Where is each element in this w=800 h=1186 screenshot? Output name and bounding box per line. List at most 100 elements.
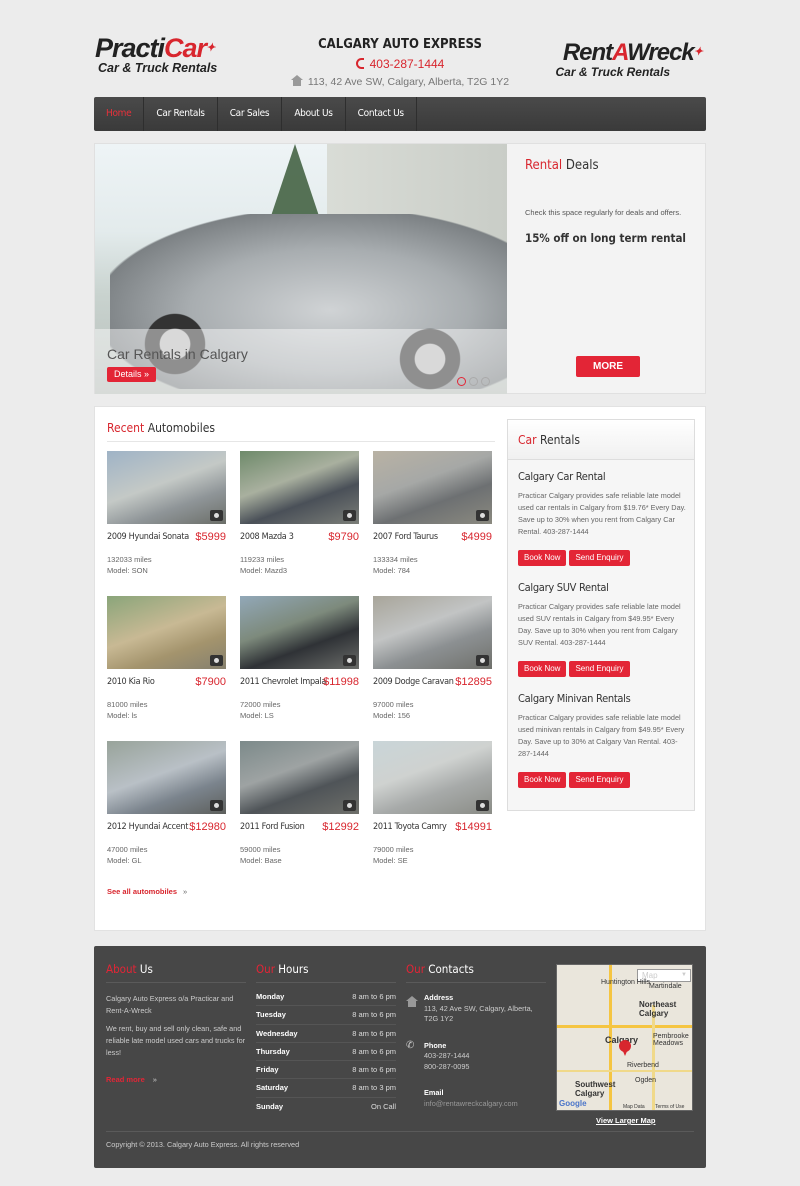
auto-card[interactable]: 2012 Hyundai Accent $12980 47000 miles Mo… [107, 741, 226, 865]
auto-title[interactable]: 2009 Hyundai Sonata [107, 532, 189, 542]
map-label: Ogden [635, 1077, 657, 1084]
service-title[interactable]: Calgary SUV Rental [518, 581, 686, 594]
rentawreck-logo[interactable]: RentAWreck✦ Car & Truck Rentals [537, 39, 704, 80]
camera-icon[interactable] [343, 800, 356, 811]
more-button[interactable]: MORE [576, 356, 640, 377]
auto-photo[interactable] [240, 451, 359, 524]
auto-model: Model: GL [107, 856, 142, 865]
slider-dot[interactable] [469, 377, 478, 386]
auto-title[interactable]: 2011 Ford Fusion [240, 822, 305, 832]
auto-card[interactable]: 2008 Mazda 3 $9790 119233 miles Model: Ma… [240, 451, 359, 575]
email-value[interactable]: info@rentawreckcalgary.com [424, 1099, 546, 1110]
auto-card[interactable]: 2011 Ford Fusion $12992 59000 miles Model… [240, 741, 359, 865]
auto-miles: 81000 miles [107, 700, 148, 709]
auto-card[interactable]: 2007 Ford Taurus $4999 133334 miles Model… [373, 451, 492, 575]
camera-icon[interactable] [343, 655, 356, 666]
hours-time: 8 am to 3 pm [352, 1083, 396, 1093]
details-button[interactable]: Details » [107, 367, 157, 382]
map-pin-icon[interactable] [619, 1040, 631, 1056]
camera-icon[interactable] [210, 510, 223, 521]
auto-title[interactable]: 2010 Kia Rio [107, 677, 155, 687]
nav-home[interactable]: Home [94, 97, 145, 131]
auto-photo[interactable] [107, 741, 226, 814]
location-map[interactable]: Map ▼ Huntington Hills Martindale Northe… [556, 964, 693, 1111]
auto-photo[interactable] [240, 741, 359, 814]
auto-card[interactable]: 2009 Dodge Caravan $12895 97000 miles Mod… [373, 596, 492, 720]
view-larger-map-link[interactable]: View Larger Map [596, 1116, 655, 1125]
camera-icon[interactable] [476, 655, 489, 666]
contact-email: Email info@rentawreckcalgary.com [406, 1088, 546, 1109]
camera-icon[interactable] [476, 800, 489, 811]
footer-hours-title: Our Hours [256, 962, 396, 983]
deals-title-rest: Deals [562, 158, 599, 173]
auto-photo[interactable] [107, 596, 226, 669]
rental-deals: Rental Deals Check this space regularly … [525, 158, 695, 245]
maple-leaf-icon: ✦ [693, 46, 703, 58]
auto-card[interactable]: 2011 Toyota Camry $14991 79000 miles Mode… [373, 741, 492, 865]
nav-car-rentals[interactable]: Car Rentals [144, 97, 218, 131]
slider-dot[interactable] [481, 377, 490, 386]
book-now-button[interactable]: Book Now [518, 772, 567, 788]
nav-car-sales[interactable]: Car Sales [218, 97, 283, 131]
camera-icon[interactable] [210, 655, 223, 666]
camera-icon[interactable] [210, 800, 223, 811]
slider-dot[interactable] [457, 377, 466, 386]
auto-photo[interactable] [373, 741, 492, 814]
auto-photo[interactable] [373, 451, 492, 524]
phone-value[interactable]: 800-287-0095 [424, 1062, 546, 1073]
hours-row: Wednesday 8 am to 6 pm [256, 1025, 396, 1043]
auto-title[interactable]: 2011 Chevrolet Impala [240, 677, 326, 687]
auto-card[interactable]: 2011 Chevrolet Impala $11998 72000 miles… [240, 596, 359, 720]
footer: About Us Calgary Auto Express o/a Practi… [94, 946, 706, 1168]
footer-about-text: Calgary Auto Express o/a Practicar and R… [106, 994, 234, 1015]
auto-miles: 97000 miles [373, 700, 414, 709]
auto-photo[interactable] [107, 451, 226, 524]
hours-time: 8 am to 6 pm [352, 992, 396, 1001]
practicar-logo[interactable]: PractiCar✦ Car & Truck Rentals [95, 34, 240, 78]
auto-title[interactable]: 2011 Toyota Camry [373, 822, 447, 832]
hours-time: 8 am to 6 pm [352, 1046, 396, 1056]
map-terms-link[interactable]: Terms of Use [655, 1104, 684, 1110]
auto-model: Model: LS [240, 711, 274, 720]
auto-title[interactable]: 2007 Ford Taurus [373, 532, 438, 542]
map-data-link[interactable]: Map Data [623, 1104, 645, 1110]
send-enquiry-button[interactable]: Send Enquiry [569, 772, 630, 788]
auto-price: $5999 [195, 531, 226, 543]
sidebar-title-rest: Rentals [536, 433, 580, 447]
camera-icon[interactable] [476, 510, 489, 521]
auto-price: $12992 [322, 821, 359, 833]
nav-contact-us[interactable]: Contact Us [346, 97, 417, 131]
logo-right-brand-c: Wreck [627, 39, 695, 66]
logo-left-brand-b: Car [164, 33, 207, 63]
map-road [557, 1025, 692, 1028]
service-title[interactable]: Calgary Car Rental [518, 470, 686, 483]
book-now-button[interactable]: Book Now [518, 661, 567, 677]
hero-slider: Car Rentals in Calgary Details » Rental … [94, 143, 706, 394]
phone-value[interactable]: 403-287-1444 [424, 1051, 546, 1062]
read-more-link[interactable]: Read more » [106, 1075, 246, 1084]
hours-time: On Call [370, 1101, 396, 1111]
header-phone[interactable]: 403-287-1444 [370, 57, 445, 71]
auto-photo[interactable] [240, 596, 359, 669]
recent-title-accent: Recent [107, 421, 145, 435]
auto-title[interactable]: 2008 Mazda 3 [240, 532, 294, 542]
auto-title[interactable]: 2012 Hyundai Accent [107, 822, 188, 832]
auto-title[interactable]: 2009 Dodge Caravan [373, 677, 454, 687]
camera-icon[interactable] [343, 510, 356, 521]
book-now-button[interactable]: Book Now [518, 550, 567, 566]
footer-contacts-rest: Contacts [424, 962, 474, 976]
send-enquiry-button[interactable]: Send Enquiry [569, 550, 630, 566]
nav-about-us[interactable]: About Us [282, 97, 346, 131]
service-text: Practicar Calgary provides safe reliable… [518, 602, 681, 647]
hours-time: 8 am to 6 pm [352, 1028, 396, 1038]
hours-day: Monday [256, 992, 285, 1001]
send-enquiry-button[interactable]: Send Enquiry [569, 661, 630, 677]
service-title[interactable]: Calgary Minivan Rentals [518, 692, 686, 705]
home-icon [290, 75, 303, 86]
see-all-automobiles-link[interactable]: See all automobiles » [107, 887, 187, 896]
hours-row: Saturday 8 am to 3 pm [256, 1079, 396, 1098]
auto-card[interactable]: 2010 Kia Rio $7900 81000 miles Model: ls [107, 596, 226, 720]
hero-slide-image[interactable]: Car Rentals in Calgary Details » [95, 144, 507, 394]
auto-card[interactable]: 2009 Hyundai Sonata $5999 132033 miles Mo… [107, 451, 226, 575]
auto-photo[interactable] [373, 596, 492, 669]
